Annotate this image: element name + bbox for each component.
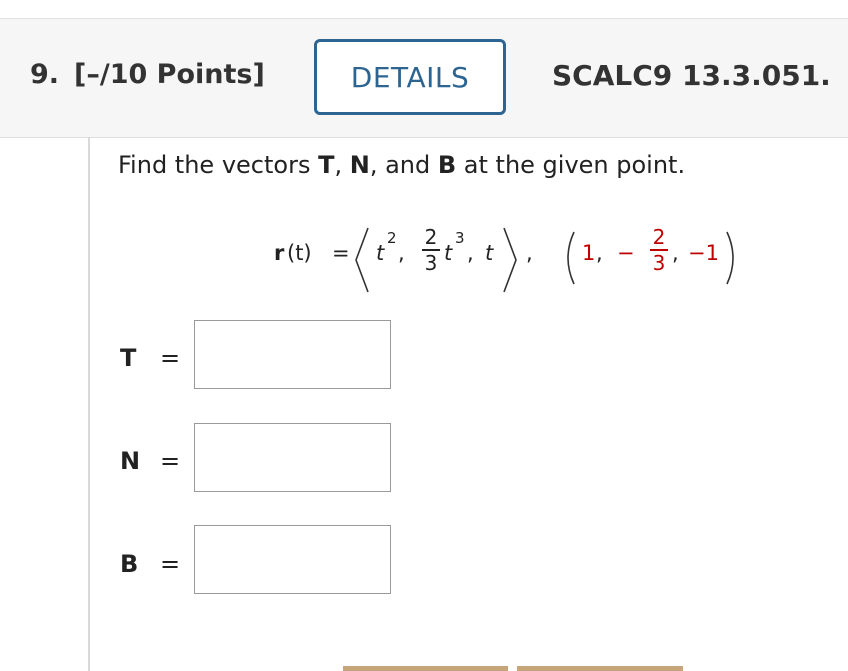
component-2-var: t [444, 241, 453, 265]
point-x: 1 [582, 241, 596, 265]
component-3-var: t [485, 241, 494, 265]
answer-equals-N: = [160, 447, 181, 475]
equals-sign: = [332, 241, 350, 265]
curve-equation: r (t) = t 2 , 2 3 t 3 , t , 1 , − 2 3 , … [270, 220, 750, 300]
function-argument: (t) [287, 241, 312, 265]
function-name: r [274, 241, 285, 265]
component-1-exponent: 2 [387, 229, 397, 247]
point-z: −1 [688, 241, 719, 265]
question-prompt: Find the vectors T, N, and B at the give… [118, 151, 686, 179]
details-button[interactable]: DETAILS [314, 39, 506, 115]
question-points: [–/10 Points] [74, 59, 265, 90]
answer-label-N: N [120, 447, 141, 475]
answer-label-B: B [120, 550, 139, 578]
point-y-sign: − [617, 241, 635, 265]
left-angle-bracket-icon [355, 227, 369, 293]
answer-label-T: T [120, 344, 137, 372]
component-2-exponent: 3 [455, 229, 465, 247]
answer-input-N[interactable] [194, 423, 391, 492]
answer-input-B[interactable] [194, 525, 391, 594]
answer-input-T[interactable] [194, 320, 391, 389]
left-paren-icon [567, 231, 575, 285]
component-2-fraction: 2 3 [422, 226, 440, 274]
question-number: 9. [30, 59, 60, 90]
question-header: 9. [–/10 Points] DETAILS SCALC9 13.3.051… [0, 18, 848, 138]
submit-button-partial[interactable] [343, 666, 508, 671]
answer-equals-B: = [160, 550, 181, 578]
right-angle-bracket-icon [503, 227, 517, 293]
question-code: SCALC9 13.3.051. [552, 59, 831, 92]
component-1-var: t [376, 241, 385, 265]
point-y-fraction: 2 3 [650, 226, 668, 274]
right-paren-icon [726, 231, 734, 285]
secondary-button-partial[interactable] [517, 666, 683, 671]
answer-equals-T: = [160, 344, 181, 372]
question-left-border [88, 137, 90, 671]
